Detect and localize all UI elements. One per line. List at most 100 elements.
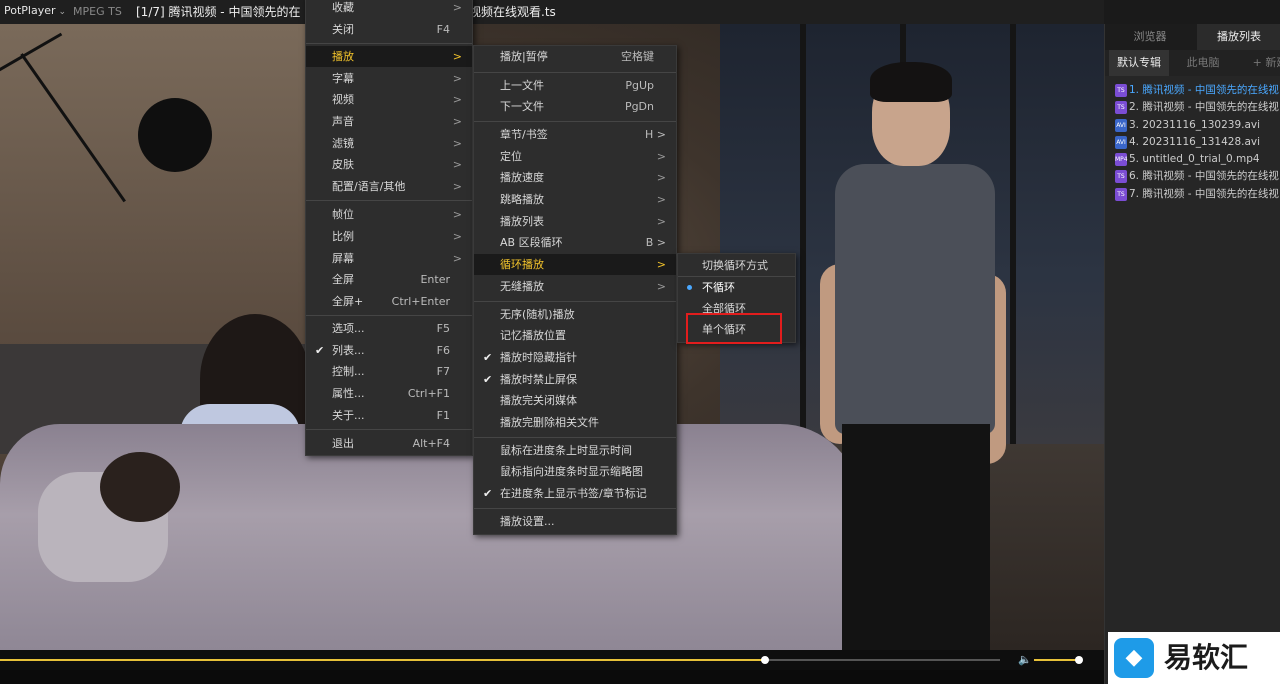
- playlist-item[interactable]: TS 6. 腾讯视频 - 中国领先的在线视: [1105, 168, 1280, 185]
- codec-label: MPEG TS: [73, 5, 122, 18]
- tab-new-album[interactable]: + 新建: [1245, 50, 1280, 76]
- main-menu-item[interactable]: 视频 >: [306, 89, 472, 110]
- playlist-item[interactable]: AVI 3. 20231116_130239.avi: [1105, 117, 1280, 134]
- volume-handle[interactable]: [1075, 656, 1083, 664]
- play-menu-item-label: 循环播放: [500, 258, 544, 271]
- play-menu-item-label: 上一文件: [500, 79, 544, 92]
- loop-menu-item[interactable]: 不循环: [678, 277, 795, 298]
- playlist-item[interactable]: AVI 4. 20231116_131428.avi: [1105, 134, 1280, 151]
- menu-separator: [474, 301, 676, 302]
- play-menu-item[interactable]: 鼠标在进度条上时显示时间: [474, 440, 676, 461]
- man-pants: [842, 424, 990, 650]
- playlist-item[interactable]: MP4 5. untitled_0_trial_0.mp4: [1105, 151, 1280, 168]
- play-menu-item-label: 在进度条上显示书签/章节标记: [500, 487, 647, 500]
- main-menu-item[interactable]: 关闭 F4: [306, 19, 472, 40]
- playlist-item-label: 3. 20231116_130239.avi: [1129, 118, 1261, 131]
- main-menu-item[interactable]: 播放 >: [306, 46, 472, 67]
- play-menu-item[interactable]: 上一文件 PgUp: [474, 75, 676, 96]
- loop-menu-item[interactable]: 切换循环方式: [678, 255, 795, 276]
- main-menu-item-label: 配置/语言/其他: [332, 180, 406, 193]
- shortcut-label: F7: [436, 365, 450, 378]
- main-menu-item[interactable]: 选项... F5: [306, 318, 472, 339]
- play-menu-item[interactable]: 播放速度 >: [474, 167, 676, 188]
- check-icon: ✔: [483, 487, 493, 500]
- play-menu-item[interactable]: 跳略播放 >: [474, 189, 676, 210]
- tab-this-pc[interactable]: 此电脑: [1173, 50, 1233, 76]
- seek-handle[interactable]: [761, 656, 769, 664]
- check-icon: ✔: [483, 373, 493, 386]
- tab-default-album[interactable]: 默认专辑: [1109, 50, 1169, 76]
- play-menu-item[interactable]: ✔ 播放时禁止屏保: [474, 369, 676, 390]
- play-menu-item-label: 定位: [500, 150, 522, 163]
- play-menu-item[interactable]: 鼠标指向进度条时显示缩略图: [474, 461, 676, 482]
- play-menu-item[interactable]: ✔ 在进度条上显示书签/章节标记: [474, 483, 676, 504]
- tab-browser[interactable]: 浏览器: [1105, 24, 1195, 50]
- shortcut-label: F1: [436, 409, 450, 422]
- play-menu-item[interactable]: 定位 >: [474, 146, 676, 167]
- main-menu-item[interactable]: 帧位 >: [306, 204, 472, 225]
- tab-playlist[interactable]: 播放列表: [1197, 24, 1280, 50]
- volume-icon[interactable]: 🔈: [1018, 653, 1032, 666]
- main-menu-item[interactable]: 字幕 >: [306, 68, 472, 89]
- shortcut-label: 空格键: [621, 50, 654, 63]
- play-menu-item-label: 播放时隐藏指针: [500, 351, 577, 364]
- main-menu-item[interactable]: 皮肤 >: [306, 154, 472, 175]
- main-menu-item[interactable]: 配置/语言/其他 >: [306, 176, 472, 197]
- chevron-right-icon: >: [452, 137, 462, 150]
- main-menu-item[interactable]: 滤镜 >: [306, 133, 472, 154]
- playlist-item-label: 6. 腾讯视频 - 中国领先的在线视: [1129, 170, 1279, 183]
- play-menu-item[interactable]: 播放设置...: [474, 511, 676, 532]
- menu-separator: [474, 121, 676, 122]
- check-icon: ✔: [315, 344, 325, 357]
- main-menu-item[interactable]: 比例 >: [306, 226, 472, 247]
- main-menu-item[interactable]: 属性... Ctrl+F1: [306, 383, 472, 404]
- title-bar: PotPlayer ⌄ MPEG TS [1/7] 腾讯视频 - 中国领先的在 视…: [0, 0, 1104, 24]
- chevron-right-icon: >: [656, 150, 666, 163]
- play-menu-item[interactable]: 记忆播放位置: [474, 325, 676, 346]
- app-menu-button[interactable]: PotPlayer ⌄: [0, 0, 70, 24]
- main-menu-item[interactable]: 控制... F7: [306, 361, 472, 382]
- chevron-right-icon: >: [452, 50, 462, 63]
- play-menu-item-label: 鼠标指向进度条时显示缩略图: [500, 465, 643, 478]
- app-name: PotPlayer: [4, 4, 56, 17]
- file-icon: TS: [1115, 84, 1127, 97]
- main-menu-item-label: 退出: [332, 437, 354, 450]
- main-menu-item[interactable]: 全屏+ Ctrl+Enter: [306, 291, 472, 312]
- main-menu-item[interactable]: ✔ 列表... F6: [306, 340, 472, 361]
- menu-separator: [474, 437, 676, 438]
- play-menu-item-label: AB 区段循环: [500, 236, 563, 249]
- playlist-item-label: 1. 腾讯视频 - 中国领先的在线视: [1129, 84, 1279, 96]
- main-menu-item-label: 全屏+: [332, 295, 364, 308]
- main-menu-item[interactable]: 关于... F1: [306, 405, 472, 426]
- play-menu-item-label: 播放列表: [500, 215, 544, 228]
- main-menu-item-label: 帧位: [332, 208, 354, 221]
- seek-progress: [0, 659, 765, 661]
- play-menu-item[interactable]: 循环播放 >: [474, 254, 676, 275]
- radio-dot-icon: [687, 285, 692, 290]
- main-menu-item[interactable]: 收藏 >: [306, 0, 472, 18]
- main-menu-item[interactable]: 屏幕 >: [306, 248, 472, 269]
- context-menu-play: 播放|暂停 空格键 上一文件 PgUp 下一文件 PgDn 章节/书签 H > 定位 > 播放速度 >…: [473, 45, 677, 535]
- play-menu-item[interactable]: 无缝播放 >: [474, 276, 676, 297]
- play-menu-item[interactable]: 播放完关闭媒体: [474, 390, 676, 411]
- main-menu-item[interactable]: 声音 >: [306, 111, 472, 132]
- play-menu-item[interactable]: 章节/书签 H >: [474, 124, 676, 145]
- volume-slider[interactable]: [1034, 659, 1080, 661]
- playlist-item[interactable]: TS 7. 腾讯视频 - 中国领先的在线视: [1105, 186, 1280, 203]
- main-menu-item-label: 字幕: [332, 72, 354, 85]
- play-menu-item[interactable]: ✔ 播放时隐藏指针: [474, 347, 676, 368]
- menu-separator: [474, 508, 676, 509]
- playlist-item-label: 2. 腾讯视频 - 中国领先的在线视: [1129, 101, 1279, 114]
- play-menu-item[interactable]: 播放|暂停 空格键: [474, 46, 676, 67]
- main-menu-item[interactable]: 全屏 Enter: [306, 269, 472, 290]
- play-menu-item[interactable]: 播放列表 >: [474, 211, 676, 232]
- shortcut-label: F6: [436, 344, 450, 357]
- play-menu-item[interactable]: 下一文件 PgDn: [474, 96, 676, 117]
- seek-bar[interactable]: [0, 656, 1000, 664]
- play-menu-item[interactable]: 播放完删除相关文件: [474, 412, 676, 433]
- playlist-item[interactable]: TS 2. 腾讯视频 - 中国领先的在线视: [1105, 99, 1280, 116]
- main-menu-item[interactable]: 退出 Alt+F4: [306, 433, 472, 454]
- play-menu-item[interactable]: AB 区段循环 B >: [474, 232, 676, 253]
- playlist-item[interactable]: TS 1. 腾讯视频 - 中国领先的在线视: [1105, 82, 1280, 99]
- play-menu-item[interactable]: 无序(随机)播放: [474, 304, 676, 325]
